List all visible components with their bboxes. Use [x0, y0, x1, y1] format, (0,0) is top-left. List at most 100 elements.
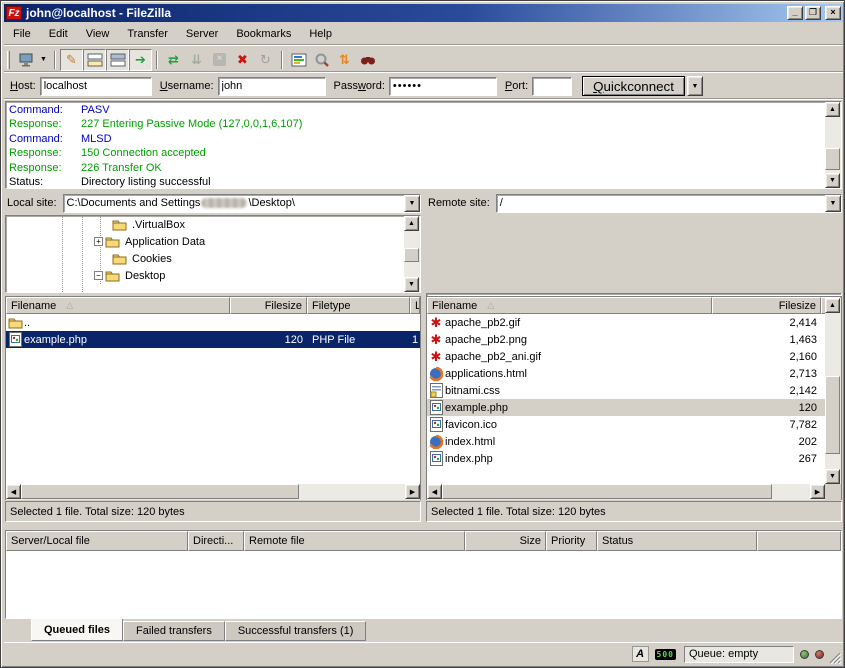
menu-help[interactable]: Help	[300, 26, 341, 42]
expand-icon[interactable]: +	[94, 237, 103, 246]
file-name: favicon.ico	[445, 419, 710, 431]
tree-item-virtualbox[interactable]: .VirtualBox	[6, 216, 420, 233]
site-manager-dropdown[interactable]: ▼	[37, 49, 50, 71]
site-manager-button[interactable]	[14, 49, 37, 71]
remote-site-combo[interactable]: / ▼	[496, 194, 842, 213]
cancel-operation-button[interactable]: ×	[208, 49, 231, 71]
file-row[interactable]: ✱ apache_pb2.gif 2,414	[427, 314, 825, 331]
column-header-filename[interactable]: Filename△	[427, 297, 712, 314]
file-row-selected[interactable]: example.php 120	[427, 399, 825, 416]
column-header-status[interactable]: Status	[597, 531, 757, 551]
menu-view[interactable]: View	[77, 26, 119, 42]
folder-icon	[104, 234, 120, 249]
quickconnect-dropdown[interactable]: ▼	[687, 76, 703, 96]
resize-grip[interactable]	[828, 651, 841, 664]
password-input[interactable]	[389, 77, 497, 96]
log-scrollbar[interactable]: ▲ ▼	[825, 102, 841, 188]
quickconnect-button[interactable]: Quickconnect	[582, 76, 685, 96]
local-tree-scrollbar[interactable]: ▲ ▼	[404, 216, 420, 292]
scrollbar-thumb[interactable]	[825, 376, 840, 454]
file-size: 202	[710, 436, 822, 448]
username-input[interactable]	[218, 77, 326, 96]
file-row[interactable]: favicon.ico 7,782	[427, 416, 825, 433]
remote-hscrollbar[interactable]: ◀ ▶	[427, 484, 825, 500]
synchronized-browsing-button[interactable]: ⇅	[333, 49, 356, 71]
file-row[interactable]: index.php 267	[427, 450, 825, 467]
file-row[interactable]: bitnami.css 2,142	[427, 382, 825, 399]
scrollbar-thumb[interactable]	[21, 484, 299, 499]
local-site-dropdown[interactable]: ▼	[404, 195, 420, 212]
toggle-local-tree-button[interactable]	[83, 49, 106, 71]
scroll-down-icon[interactable]: ▼	[404, 277, 419, 292]
column-header-filesize[interactable]: Filesize	[230, 297, 307, 314]
filezilla-app-icon: Fz	[6, 6, 22, 20]
scrollbar-thumb[interactable]	[404, 248, 419, 262]
remote-vscrollbar[interactable]: ▲ ▼	[825, 298, 841, 484]
maximize-button[interactable]: ❐	[805, 6, 821, 20]
column-header-server-local-file[interactable]: Server/Local file	[6, 531, 188, 551]
reconnect-button[interactable]: ↻	[254, 49, 277, 71]
column-header-filesize[interactable]: Filesize	[712, 297, 821, 314]
process-queue-button[interactable]: ⇊	[185, 49, 208, 71]
menu-server[interactable]: Server	[177, 26, 227, 42]
scroll-down-icon[interactable]: ▼	[825, 173, 840, 188]
remote-site-dropdown[interactable]: ▼	[825, 195, 841, 212]
tree-item-cookies[interactable]: Cookies	[6, 250, 420, 267]
tab-failed-transfers[interactable]: Failed transfers	[123, 621, 225, 641]
speed-limit-icon[interactable]: 500	[655, 649, 676, 660]
toolbar-grip[interactable]	[7, 51, 10, 69]
file-row[interactable]: ✱ apache_pb2_ani.gif 2,160	[427, 348, 825, 365]
directory-comparison-button[interactable]	[310, 49, 333, 71]
file-row[interactable]: ..	[6, 314, 420, 331]
tab-successful-transfers[interactable]: Successful transfers (1)	[225, 621, 367, 641]
php-file-icon	[428, 451, 444, 466]
local-hscrollbar[interactable]: ◀ ▶	[6, 484, 420, 500]
menu-edit[interactable]: Edit	[40, 26, 77, 42]
disconnect-button[interactable]: ✖	[231, 49, 254, 71]
close-button[interactable]: ×	[825, 6, 841, 20]
file-row-selected[interactable]: example.php 120 PHP File 1	[6, 331, 420, 348]
collapse-icon[interactable]: −	[94, 271, 103, 280]
minimize-button[interactable]: _	[787, 6, 803, 20]
remote-file-list: Filename△ Filesize ✱ apache_pb2.gif 2,41…	[426, 296, 842, 500]
scrollbar-thumb[interactable]	[825, 148, 840, 170]
column-header-direction[interactable]: Directi...	[188, 531, 244, 551]
title-bar[interactable]: Fz john@localhost - FileZilla _ ❐ ×	[4, 4, 843, 22]
menu-bookmarks[interactable]: Bookmarks	[227, 26, 300, 42]
file-row[interactable]: ✱ apache_pb2.png 1,463	[427, 331, 825, 348]
column-header-lastmodified[interactable]: L	[410, 297, 420, 314]
scrollbar-thumb[interactable]	[442, 484, 772, 499]
scroll-right-icon[interactable]: ▶	[810, 484, 825, 499]
tree-item-desktop[interactable]: − Desktop	[6, 267, 420, 284]
scroll-up-icon[interactable]: ▲	[825, 298, 840, 313]
scroll-down-icon[interactable]: ▼	[825, 469, 840, 484]
scroll-right-icon[interactable]: ▶	[405, 484, 420, 499]
disconnect-icon: ✖	[237, 53, 248, 66]
refresh-button[interactable]: ⇄	[162, 49, 185, 71]
column-header-size[interactable]: Size	[465, 531, 546, 551]
menu-transfer[interactable]: Transfer	[118, 26, 177, 42]
file-name: example.php	[445, 402, 710, 414]
tab-queued-files[interactable]: Queued files	[31, 619, 123, 641]
column-header-filetype[interactable]: Filetype	[307, 297, 410, 314]
scroll-up-icon[interactable]: ▲	[825, 102, 840, 117]
local-site-combo[interactable]: C:\Documents and Settings\Desktop\ ▼	[63, 194, 421, 213]
find-files-button[interactable]	[356, 49, 379, 71]
file-row[interactable]: index.html 202	[427, 433, 825, 450]
column-header-remote-file[interactable]: Remote file	[244, 531, 465, 551]
host-input[interactable]	[40, 77, 152, 96]
menu-file[interactable]: File	[4, 26, 40, 42]
tree-item-application-data[interactable]: + Application Data	[6, 233, 420, 250]
file-row[interactable]: applications.html 2,713	[427, 365, 825, 382]
column-header-priority[interactable]: Priority	[546, 531, 597, 551]
data-type-indicator-icon[interactable]: A	[632, 646, 649, 662]
column-header-filename[interactable]: Filename△	[6, 297, 230, 314]
scroll-up-icon[interactable]: ▲	[404, 216, 419, 231]
port-input[interactable]	[532, 77, 572, 96]
toggle-transfer-queue-button[interactable]: ➔	[129, 49, 152, 71]
scroll-left-icon[interactable]: ◀	[427, 484, 442, 499]
toggle-remote-tree-button[interactable]	[106, 49, 129, 71]
directory-filters-button[interactable]	[287, 49, 310, 71]
scroll-left-icon[interactable]: ◀	[6, 484, 21, 499]
toggle-log-view-button[interactable]: ✎	[60, 49, 83, 71]
